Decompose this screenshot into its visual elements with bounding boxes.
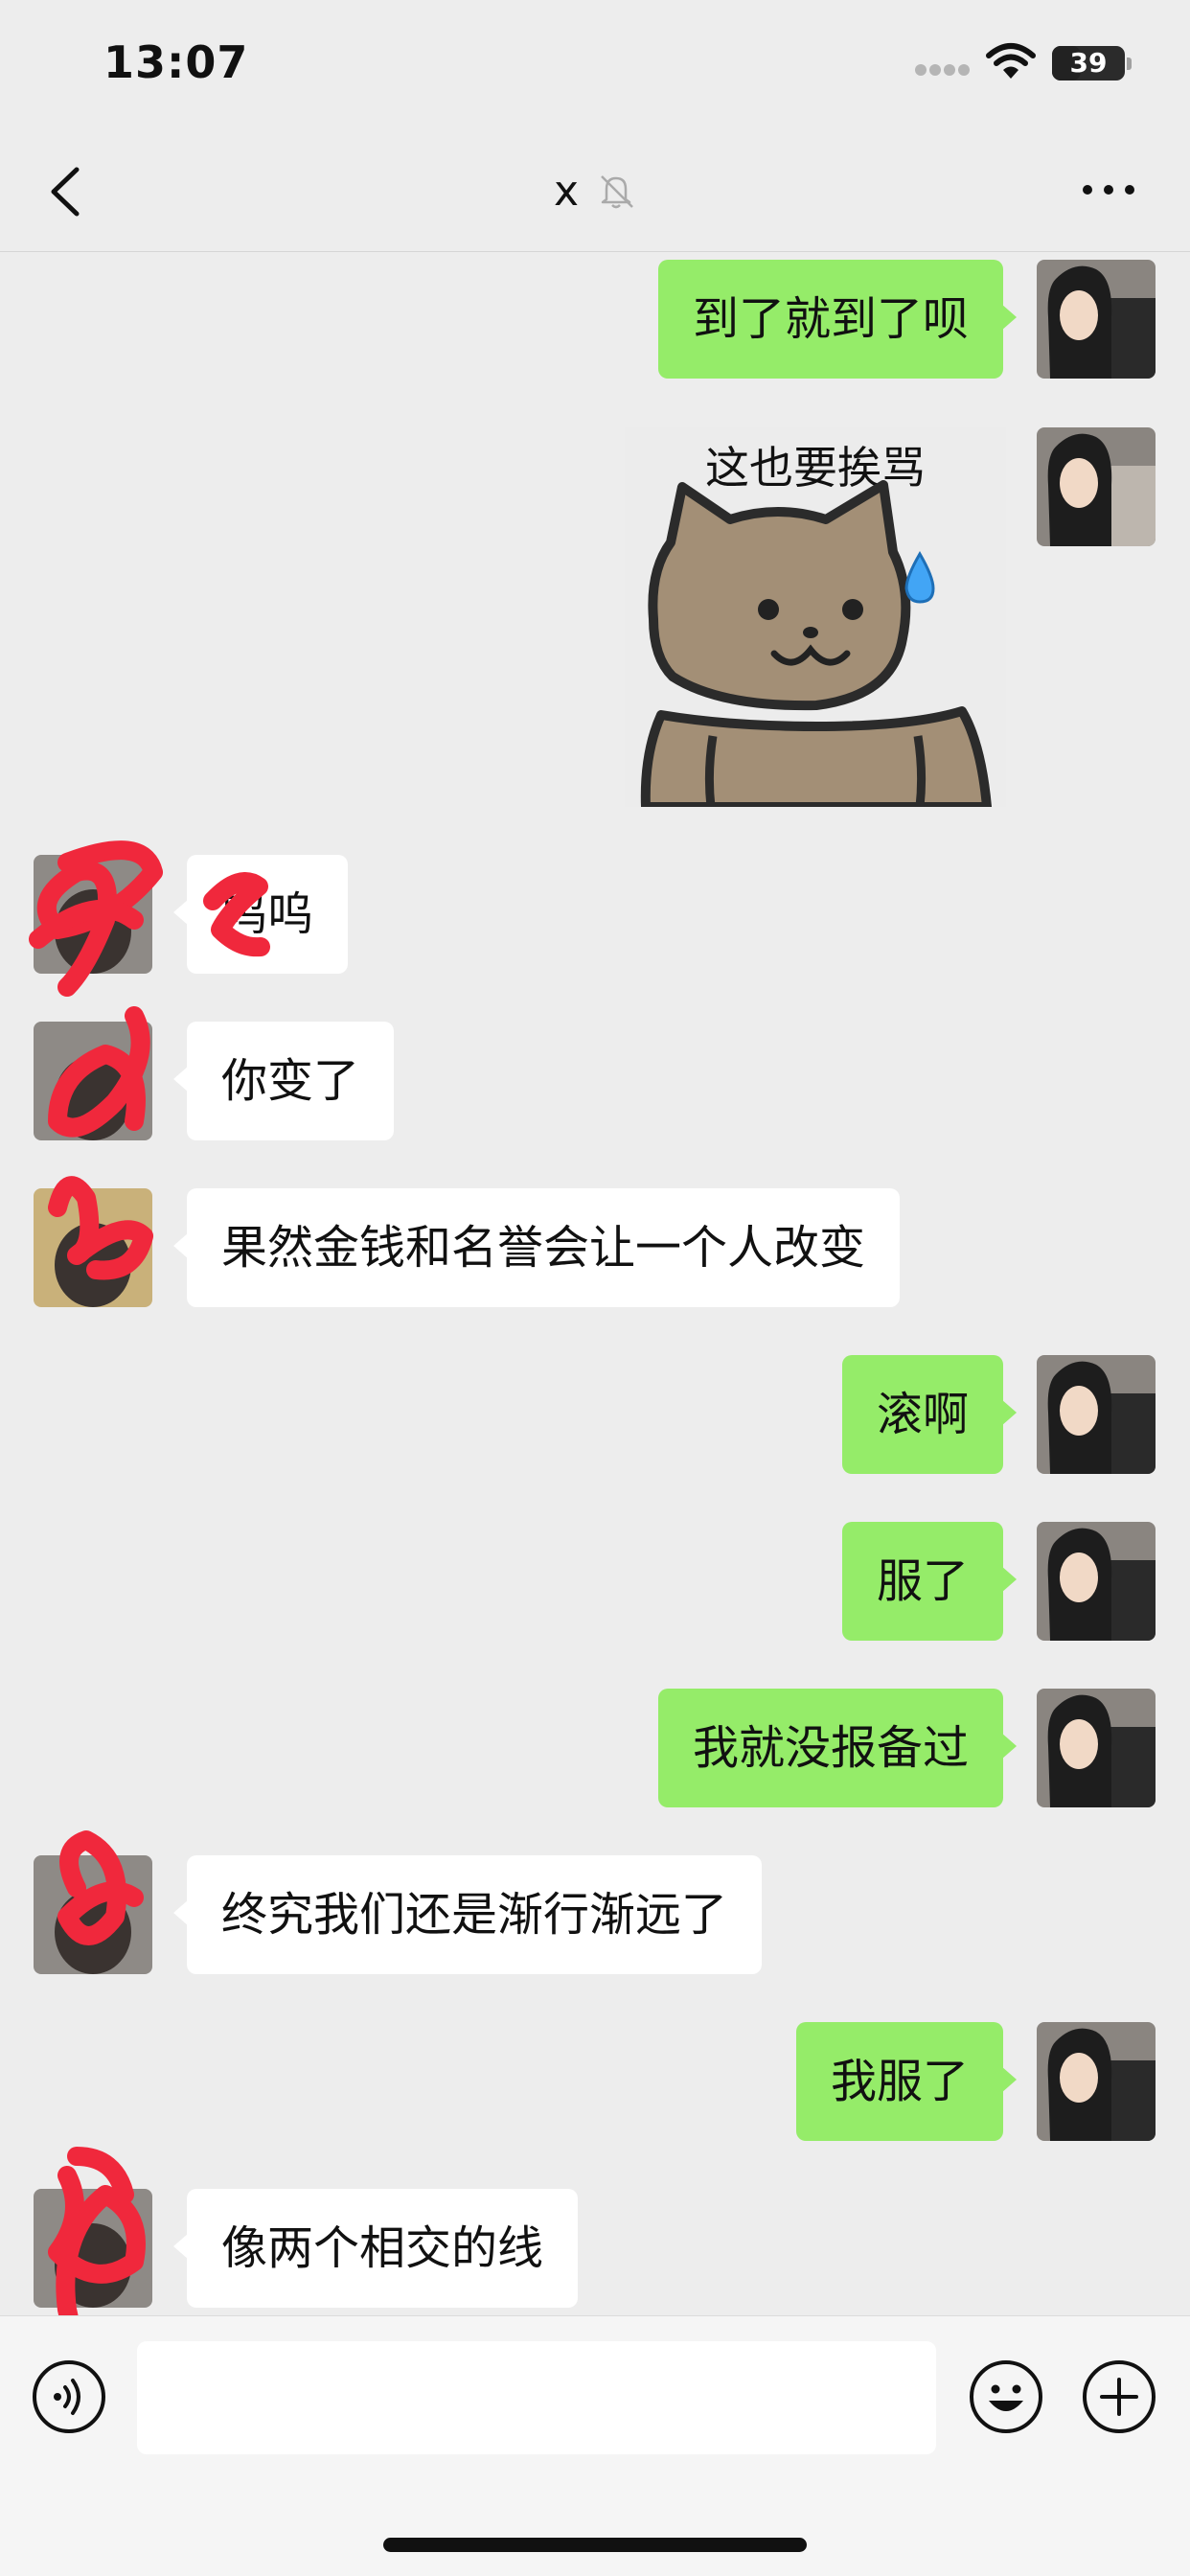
my-avatar[interactable]	[1037, 260, 1156, 379]
battery-percent: 39	[1069, 47, 1108, 79]
message-input[interactable]	[137, 2341, 936, 2454]
friend-avatar[interactable]	[34, 1188, 152, 1307]
message-bubble[interactable]: 像两个相交的线	[172, 2189, 579, 2308]
wifi-icon	[986, 43, 1036, 79]
sweating-cat-sticker	[640, 480, 992, 807]
message-bubble[interactable]: 呜呜	[172, 855, 349, 974]
bell-slash-icon	[601, 175, 633, 209]
message-bubble[interactable]: 到了就到了呗	[657, 260, 1018, 379]
smiley-icon[interactable]	[968, 2358, 1044, 2435]
my-avatar[interactable]	[1037, 1355, 1156, 1474]
message-bubble[interactable]: 果然金钱和名誉会让一个人改变	[172, 1188, 901, 1307]
my-avatar[interactable]	[1037, 427, 1156, 546]
signal-icon	[915, 61, 974, 76]
friend-avatar[interactable]	[34, 855, 152, 974]
plus-circle-icon[interactable]	[1081, 2358, 1157, 2435]
chat-title-text: x	[553, 166, 580, 216]
my-avatar[interactable]	[1037, 2022, 1156, 2141]
message-bubble[interactable]: 服了	[841, 1522, 1018, 1641]
status-bar: 13:07 39	[0, 0, 1190, 129]
battery-icon: 39	[1052, 46, 1125, 80]
friend-avatar[interactable]	[34, 2189, 152, 2308]
message-bubble[interactable]: 终究我们还是渐行渐远了	[172, 1855, 763, 1974]
friend-avatar[interactable]	[34, 1855, 152, 1974]
sticker-message[interactable]: 这也要挨骂	[625, 427, 1006, 807]
message-bubble[interactable]: 滚啊	[841, 1355, 1018, 1474]
home-indicator	[383, 2538, 807, 2552]
message-bubble[interactable]: 我服了	[795, 2022, 1018, 2141]
voice-icon[interactable]	[31, 2358, 107, 2435]
friend-avatar[interactable]	[34, 1022, 152, 1140]
nav-bar: x	[0, 129, 1190, 252]
ellipsis-icon[interactable]	[1081, 183, 1136, 196]
chat-title[interactable]: x	[0, 164, 1190, 216]
my-avatar[interactable]	[1037, 1522, 1156, 1641]
battery-tip	[1127, 58, 1132, 70]
message-bubble[interactable]: 你变了	[172, 1022, 395, 1140]
my-avatar[interactable]	[1037, 1689, 1156, 1807]
message-bubble[interactable]: 我就没报备过	[657, 1689, 1018, 1807]
status-time: 13:07	[103, 36, 249, 88]
